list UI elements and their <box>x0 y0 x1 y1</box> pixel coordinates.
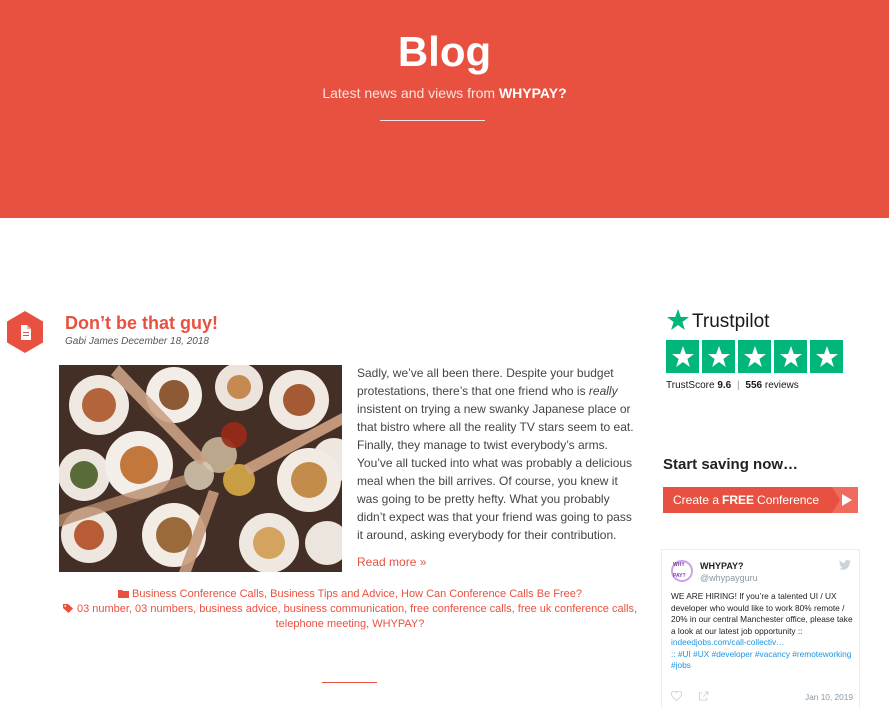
blog-hero: Blog Latest news and views from WHYPAY? <box>0 0 889 218</box>
page-subtitle: Latest news and views from WHYPAY? <box>0 85 889 101</box>
tags-list[interactable]: 03 number, 03 numbers, business advice, … <box>77 603 637 630</box>
trustscore[interactable]: TrustScore 9.6 | 556 reviews <box>666 380 799 391</box>
tweet-actions: Jan 10, 2019 <box>671 690 853 705</box>
twitter-bird-icon[interactable] <box>839 559 851 574</box>
document-icon <box>5 310 45 354</box>
excerpt-emphasis: really <box>588 384 618 398</box>
reviews-count: 556 <box>745 380 763 391</box>
page-title: Blog <box>397 28 492 75</box>
excerpt-part-1: Sadly, we’ve all been there. Despite you… <box>357 366 614 398</box>
avatar[interactable]: WHY PAY? <box>671 560 693 582</box>
hero-divider <box>380 120 485 121</box>
trustpilot-star-icon <box>666 308 690 337</box>
excerpt-part-2: insistent on trying a new swanky Japanes… <box>357 402 634 542</box>
cta-bold: FREE <box>722 493 755 507</box>
star-icon <box>774 340 807 373</box>
saving-heading: Start saving now… <box>663 456 799 473</box>
trustscore-label: TrustScore <box>666 380 715 391</box>
post-title-link[interactable]: Don’t be that guy! <box>65 313 218 334</box>
tweet-hashtags[interactable]: :: #UI #UX #developer #vacancy #remotewo… <box>671 649 851 671</box>
play-arrow-icon <box>832 487 858 513</box>
trustscore-value: 9.6 <box>717 380 732 391</box>
post-meta: Gabi James December 18, 2018 <box>65 336 209 347</box>
tweet-text: WE ARE HIRING! If you’re a talented UI /… <box>671 591 853 672</box>
post-taxonomy: Business Conference Calls, Business Tips… <box>55 587 645 632</box>
post-excerpt: Sadly, we’ve all been there. Despite you… <box>357 364 637 544</box>
post-featured-image[interactable] <box>59 365 342 572</box>
share-icon[interactable] <box>698 691 709 705</box>
post-tags: 03 number, 03 numbers, business advice, … <box>55 602 645 632</box>
cta-suffix: Conference <box>757 493 820 507</box>
subtitle-brand: WHYPAY? <box>498 85 567 101</box>
tweet-link[interactable]: indeedjobs.com/call-collectiv… <box>671 637 784 647</box>
cta-prefix: Create a <box>673 493 720 507</box>
tweet-author-handle[interactable]: @whypayguru <box>700 573 758 585</box>
star-icon <box>738 340 771 373</box>
reviews-label: reviews <box>764 380 799 391</box>
star-icon <box>810 340 843 373</box>
categories-list[interactable]: Business Conference Calls, Business Tips… <box>132 588 582 600</box>
tweet-author-name[interactable]: WHYPAY? <box>700 561 744 573</box>
read-more-link[interactable]: Read more » <box>357 555 426 569</box>
tweet-date[interactable]: Jan 10, 2019 <box>805 692 853 704</box>
tweet-body: WE ARE HIRING! If you’re a talented UI /… <box>671 591 853 636</box>
trustpilot-stars[interactable] <box>666 340 843 373</box>
folder-icon <box>117 588 129 598</box>
trustscore-separator: | <box>737 380 740 391</box>
trustpilot-logo[interactable]: Trustpilot <box>666 308 769 336</box>
twitter-embed: WHY PAY? WHYPAY? @whypayguru WE ARE HIRI… <box>661 549 860 708</box>
trustpilot-brand: Trustpilot <box>692 311 770 332</box>
post-categories: Business Conference Calls, Business Tips… <box>55 587 645 602</box>
tags-icon <box>62 603 74 613</box>
star-icon <box>702 340 735 373</box>
create-free-conference-button[interactable]: Create a FREE Conference <box>663 487 858 513</box>
heart-icon[interactable] <box>671 690 682 705</box>
star-icon <box>666 340 699 373</box>
post-divider <box>322 682 377 683</box>
subtitle-prefix: Latest news and views from <box>322 85 496 101</box>
